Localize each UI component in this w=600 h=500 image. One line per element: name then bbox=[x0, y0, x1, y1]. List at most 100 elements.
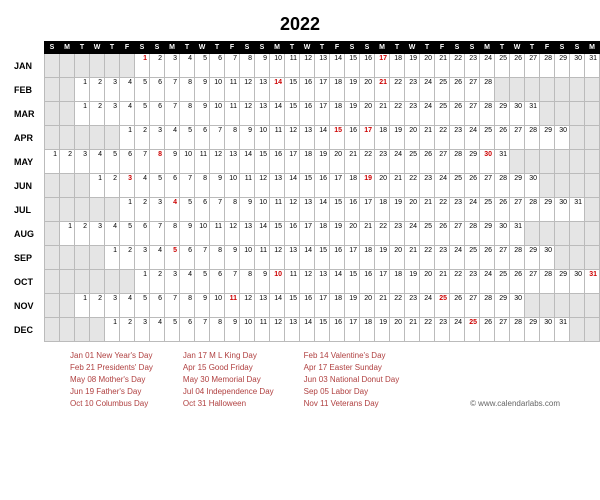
day-cell: 7 bbox=[165, 294, 180, 318]
day-cell: 24 bbox=[420, 102, 435, 126]
empty-cell bbox=[555, 78, 570, 102]
day-cell: 13 bbox=[255, 102, 270, 126]
day-cell: 31 bbox=[525, 102, 540, 126]
dow-header: S bbox=[450, 42, 465, 54]
day-cell: 23 bbox=[405, 294, 420, 318]
day-cell: 1 bbox=[45, 150, 60, 174]
day-cell: 26 bbox=[510, 54, 525, 78]
month-row: SEP1234567891011121314151617181920212223… bbox=[10, 246, 600, 270]
day-cell: 29 bbox=[525, 246, 540, 270]
empty-cell bbox=[525, 294, 540, 318]
empty-cell bbox=[45, 54, 60, 78]
day-cell: 25 bbox=[450, 174, 465, 198]
day-cell: 7 bbox=[210, 198, 225, 222]
day-cell: 15 bbox=[285, 102, 300, 126]
empty-cell bbox=[105, 198, 120, 222]
day-cell: 2 bbox=[90, 102, 105, 126]
month-row: DEC1234567891011121314151617181920212223… bbox=[10, 318, 600, 342]
day-cell: 2 bbox=[150, 54, 165, 78]
day-cell: 23 bbox=[435, 246, 450, 270]
empty-cell bbox=[585, 126, 600, 150]
day-cell: 23 bbox=[375, 150, 390, 174]
day-cell: 9 bbox=[210, 174, 225, 198]
day-cell: 12 bbox=[300, 54, 315, 78]
day-cell: 21 bbox=[435, 54, 450, 78]
day-cell: 6 bbox=[120, 150, 135, 174]
day-cell: 20 bbox=[405, 198, 420, 222]
empty-cell bbox=[45, 198, 60, 222]
day-cell: 13 bbox=[255, 294, 270, 318]
day-cell: 20 bbox=[330, 150, 345, 174]
month-name: NOV bbox=[10, 294, 45, 318]
day-cell: 27 bbox=[510, 126, 525, 150]
day-cell: 22 bbox=[390, 78, 405, 102]
day-cell: 13 bbox=[225, 150, 240, 174]
holiday-list: Jan 01 New Year's DayFeb 21 Presidents' … bbox=[70, 350, 399, 410]
day-cell: 27 bbox=[435, 150, 450, 174]
day-cell: 3 bbox=[105, 102, 120, 126]
day-cell: 21 bbox=[420, 198, 435, 222]
day-cell: 21 bbox=[435, 270, 450, 294]
day-cell: 16 bbox=[360, 54, 375, 78]
day-cell: 16 bbox=[285, 222, 300, 246]
empty-cell bbox=[90, 126, 105, 150]
day-cell: 6 bbox=[210, 54, 225, 78]
empty-cell bbox=[75, 318, 90, 342]
day-cell: 16 bbox=[300, 294, 315, 318]
day-cell: 22 bbox=[360, 150, 375, 174]
day-cell: 9 bbox=[225, 246, 240, 270]
day-cell: 12 bbox=[300, 270, 315, 294]
day-cell: 27 bbox=[525, 270, 540, 294]
day-cell: 5 bbox=[135, 78, 150, 102]
day-cell: 15 bbox=[285, 78, 300, 102]
day-cell: 8 bbox=[150, 150, 165, 174]
day-cell: 1 bbox=[60, 222, 75, 246]
day-cell: 28 bbox=[495, 174, 510, 198]
day-cell: 14 bbox=[300, 318, 315, 342]
day-cell: 18 bbox=[330, 102, 345, 126]
day-cell: 12 bbox=[285, 198, 300, 222]
day-cell: 13 bbox=[300, 126, 315, 150]
day-cell: 28 bbox=[480, 78, 495, 102]
day-cell: 19 bbox=[405, 270, 420, 294]
dow-header: T bbox=[390, 42, 405, 54]
dow-header: T bbox=[285, 42, 300, 54]
day-cell: 10 bbox=[210, 294, 225, 318]
empty-cell bbox=[570, 222, 585, 246]
holiday-entry: Oct 31 Halloween bbox=[183, 398, 274, 410]
day-cell: 13 bbox=[300, 198, 315, 222]
holiday-entry: Jun 03 National Donut Day bbox=[304, 374, 400, 386]
day-cell: 18 bbox=[360, 318, 375, 342]
holiday-entry: Oct 10 Columbus Day bbox=[70, 398, 153, 410]
dow-header: T bbox=[495, 42, 510, 54]
day-cell: 27 bbox=[450, 222, 465, 246]
day-cell: 4 bbox=[90, 150, 105, 174]
day-cell: 7 bbox=[195, 246, 210, 270]
day-cell: 2 bbox=[60, 150, 75, 174]
day-cell: 24 bbox=[465, 198, 480, 222]
day-cell: 23 bbox=[405, 102, 420, 126]
day-cell: 10 bbox=[240, 318, 255, 342]
day-cell: 8 bbox=[210, 246, 225, 270]
day-cell: 8 bbox=[165, 222, 180, 246]
day-cell: 1 bbox=[135, 270, 150, 294]
day-cell: 9 bbox=[225, 318, 240, 342]
day-cell: 3 bbox=[120, 174, 135, 198]
empty-cell bbox=[570, 150, 585, 174]
day-cell: 20 bbox=[405, 126, 420, 150]
holiday-entry: Sep 05 Labor Day bbox=[304, 386, 400, 398]
empty-cell bbox=[555, 102, 570, 126]
empty-cell bbox=[90, 198, 105, 222]
day-cell: 19 bbox=[390, 126, 405, 150]
day-cell: 14 bbox=[315, 198, 330, 222]
day-cell: 9 bbox=[240, 198, 255, 222]
empty-cell bbox=[540, 102, 555, 126]
day-cell: 1 bbox=[75, 294, 90, 318]
day-cell: 9 bbox=[180, 222, 195, 246]
day-cell: 12 bbox=[270, 318, 285, 342]
empty-cell bbox=[75, 198, 90, 222]
day-cell: 11 bbox=[240, 174, 255, 198]
day-cell: 18 bbox=[375, 198, 390, 222]
day-cell: 1 bbox=[105, 318, 120, 342]
holiday-column: Feb 14 Valentine's DayApr 17 Easter Sund… bbox=[304, 350, 400, 410]
